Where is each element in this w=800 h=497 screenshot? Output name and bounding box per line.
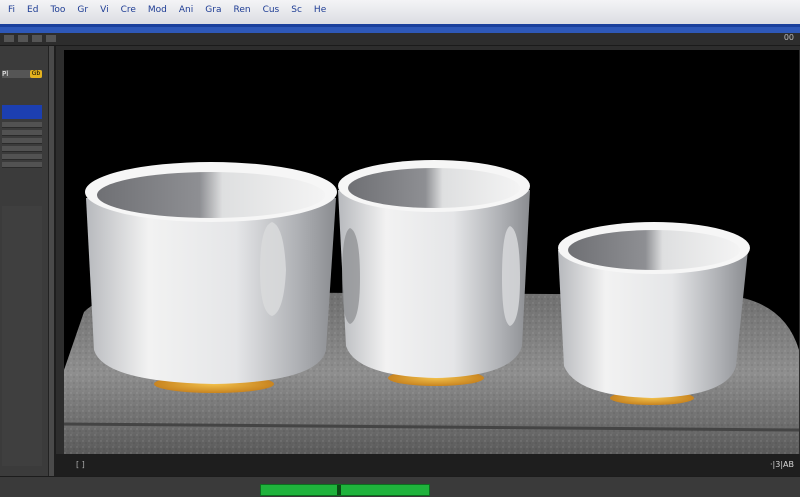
- menu-item-3[interactable]: Gr: [73, 4, 92, 16]
- tool-icon-4[interactable]: [46, 35, 56, 42]
- command-panel: Pl Gb: [0, 46, 49, 488]
- menu-item-7[interactable]: Ani: [175, 4, 197, 16]
- menu-bar: Fi Ed Too Gr Vi Cre Mod Ani Gra Ren Cus …: [0, 0, 800, 27]
- toolbar-readout: 00: [783, 33, 794, 42]
- panel-badge[interactable]: Gb: [30, 70, 42, 78]
- menu-item-10[interactable]: Cus: [259, 4, 284, 16]
- timeline-bar: [0, 476, 800, 497]
- menu-item-2[interactable]: Too: [46, 4, 69, 16]
- menu-item-1[interactable]: Ed: [23, 4, 42, 16]
- toolbar: 00: [0, 33, 800, 46]
- scene-svg: [64, 160, 799, 454]
- timeline-slider[interactable]: [260, 484, 430, 496]
- menu-item-12[interactable]: He: [310, 4, 330, 16]
- menu-items: Fi Ed Too Gr Vi Cre Mod Ani Gra Ren Cus …: [4, 4, 330, 16]
- panel-row[interactable]: [2, 162, 42, 168]
- menu-item-6[interactable]: Mod: [144, 4, 171, 16]
- panel-row[interactable]: [2, 154, 42, 160]
- viewport-stats: ·|3|AB: [770, 460, 794, 469]
- frame-label: [ ]: [76, 460, 85, 469]
- panel-row[interactable]: [2, 138, 42, 144]
- menu-item-8[interactable]: Gra: [201, 4, 225, 16]
- panel-selected-row[interactable]: [2, 105, 42, 119]
- menu-item-5[interactable]: Cre: [117, 4, 140, 16]
- menu-item-4[interactable]: Vi: [96, 4, 112, 16]
- panel-row[interactable]: [2, 122, 42, 128]
- tool-icon-3[interactable]: [32, 35, 42, 42]
- panel-row[interactable]: [2, 130, 42, 136]
- viewport-footer: [ ] ·|3|AB: [56, 454, 800, 476]
- render-viewport[interactable]: [ ] ·|3|AB: [54, 46, 800, 476]
- cup-right: [558, 222, 750, 405]
- panel-empty-area: [2, 206, 42, 466]
- cup-left: [85, 162, 337, 393]
- timeline-marker[interactable]: [337, 485, 341, 495]
- tool-icon-1[interactable]: [4, 35, 14, 42]
- menu-item-9[interactable]: Ren: [229, 4, 254, 16]
- cup-middle: [338, 160, 530, 386]
- menu-item-11[interactable]: Sc: [287, 4, 306, 16]
- tool-icon-2[interactable]: [18, 35, 28, 42]
- panel-row[interactable]: [2, 146, 42, 152]
- menu-item-0[interactable]: Fi: [4, 4, 19, 16]
- scene-render: [64, 50, 799, 454]
